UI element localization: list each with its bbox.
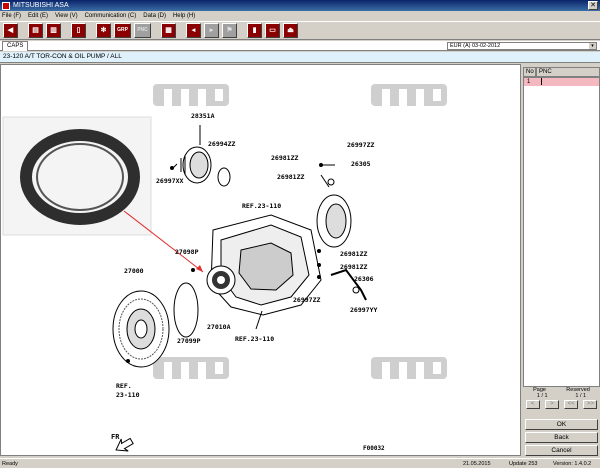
back-icon[interactable]: ◀ [3, 23, 18, 38]
close-icon[interactable]: ✕ [588, 1, 598, 10]
ok-button[interactable]: OK [525, 419, 598, 430]
toolbar: ◀ ▤ ▥ ▯ ✻ GRP PNC ▦ ◂ ▸ ⚑ ▮ ▭ ⏏ [0, 21, 600, 40]
part-label[interactable]: 27098P [175, 248, 198, 256]
parts-list[interactable]: 1 [523, 77, 600, 387]
flag-icon[interactable]: ⚑ [222, 23, 237, 38]
document-icon[interactable]: ▯ [71, 23, 86, 38]
last-page-button[interactable]: >> [583, 400, 598, 409]
next-icon[interactable]: ▸ [204, 23, 219, 38]
print-icon[interactable]: ▤ [28, 23, 43, 38]
part-label[interactable]: 26997YY [350, 306, 377, 314]
next-page-button[interactable]: > [544, 400, 559, 409]
part-label[interactable]: REF. [116, 382, 132, 390]
part-label[interactable]: 27010A [207, 323, 230, 331]
notes-icon[interactable]: ▭ [265, 23, 280, 38]
part-label[interactable]: 27099P [177, 337, 200, 345]
column-pnc[interactable]: PNC [536, 67, 600, 77]
row-number: 1 [527, 79, 531, 85]
menu-edit[interactable]: Edit (E) [28, 13, 48, 19]
tab-caps[interactable]: CAPS [2, 41, 29, 51]
back-button[interactable]: Back [525, 432, 598, 443]
status-text: Ready [2, 461, 18, 467]
language-select[interactable]: EUR (A) 03-02-2012 ▾ [447, 42, 597, 50]
first-page-button[interactable]: << [564, 400, 579, 409]
grp-button[interactable]: GRP [114, 23, 131, 38]
title-bar: MITSUBISHI ASA ✕ [0, 0, 600, 11]
print-all-icon[interactable]: ▥ [46, 23, 61, 38]
menu-data[interactable]: Data (D) [143, 13, 166, 19]
status-bar: Ready 21.05.2015 Update 253 Version: 1.4… [0, 458, 600, 468]
parts-list-header: No PNC [523, 67, 600, 77]
gear-icon[interactable]: ✻ [96, 23, 111, 38]
part-label[interactable]: 26981ZZ [277, 173, 304, 181]
column-no[interactable]: No [523, 67, 536, 77]
menu-view[interactable]: View (V) [55, 13, 78, 19]
part-label[interactable]: 26994ZZ [208, 140, 235, 148]
parts-side-panel: No PNC 1 Page Reserved 1 / 1 1 / 1 < > <… [523, 64, 600, 456]
list-item[interactable]: 1 [524, 78, 599, 86]
reserved-value: 1 / 1 [575, 393, 587, 399]
chevron-down-icon[interactable]: ▾ [589, 43, 596, 49]
part-label[interactable]: 26305 [351, 160, 371, 168]
language-value: EUR (A) 03-02-2012 [450, 43, 501, 49]
part-label[interactable]: 23-110 [116, 391, 139, 399]
tab-row: CAPS EUR (A) 03-02-2012 ▾ [0, 41, 600, 51]
diagram-svg [2, 84, 447, 452]
part-label[interactable]: 26997XX [156, 177, 183, 185]
part-label[interactable]: 26997ZZ [293, 296, 320, 304]
menu-file[interactable]: File (F) [2, 13, 21, 19]
parts-diagram[interactable]: 28351A 26994ZZ 26997XX 26997ZZ 26981ZZ 2… [0, 64, 521, 456]
text-cursor [541, 78, 542, 85]
breadcrumb: 23-120 A/T TOR-CON & OIL PUMP / ALL [0, 52, 600, 63]
menu-communication[interactable]: Communication (C) [85, 13, 137, 19]
cancel-button[interactable]: Cancel [525, 445, 598, 456]
part-label[interactable]: 26997ZZ [347, 141, 374, 149]
part-label[interactable]: 28351A [191, 112, 214, 120]
part-label[interactable]: REF.23-110 [235, 335, 274, 343]
part-label[interactable]: 26306 [354, 275, 374, 283]
part-label[interactable]: 27000 [124, 267, 144, 275]
part-label[interactable]: REF.23-110 [242, 202, 281, 210]
diagram-code: F00032 [363, 445, 385, 452]
part-label[interactable]: 26981ZZ [340, 250, 367, 258]
grid-icon[interactable]: ▦ [161, 23, 176, 38]
pnc-button[interactable]: PNC [134, 23, 151, 38]
fr-label: FR [111, 433, 120, 441]
part-label[interactable]: 26981ZZ [271, 154, 298, 162]
status-date: 21.05.2015 [463, 461, 491, 467]
menu-bar: File (F) Edit (E) View (V) Communication… [0, 11, 600, 21]
pager: Page Reserved 1 / 1 1 / 1 < > << >> [523, 387, 600, 409]
exit-icon[interactable]: ⏏ [283, 23, 298, 38]
window-title: MITSUBISHI ASA [13, 2, 69, 9]
prev-page-button[interactable]: < [525, 400, 540, 409]
app-logo-icon [2, 1, 10, 10]
menu-help[interactable]: Help (H) [173, 13, 195, 19]
part-label[interactable]: 26981ZZ [340, 263, 367, 271]
status-version: Version: 1.4.0.2 [553, 461, 592, 467]
prev-icon[interactable]: ◂ [186, 23, 201, 38]
page-value: 1 / 1 [536, 393, 548, 399]
fuel-icon[interactable]: ▮ [247, 23, 262, 38]
status-update: Update 253 [509, 461, 538, 467]
